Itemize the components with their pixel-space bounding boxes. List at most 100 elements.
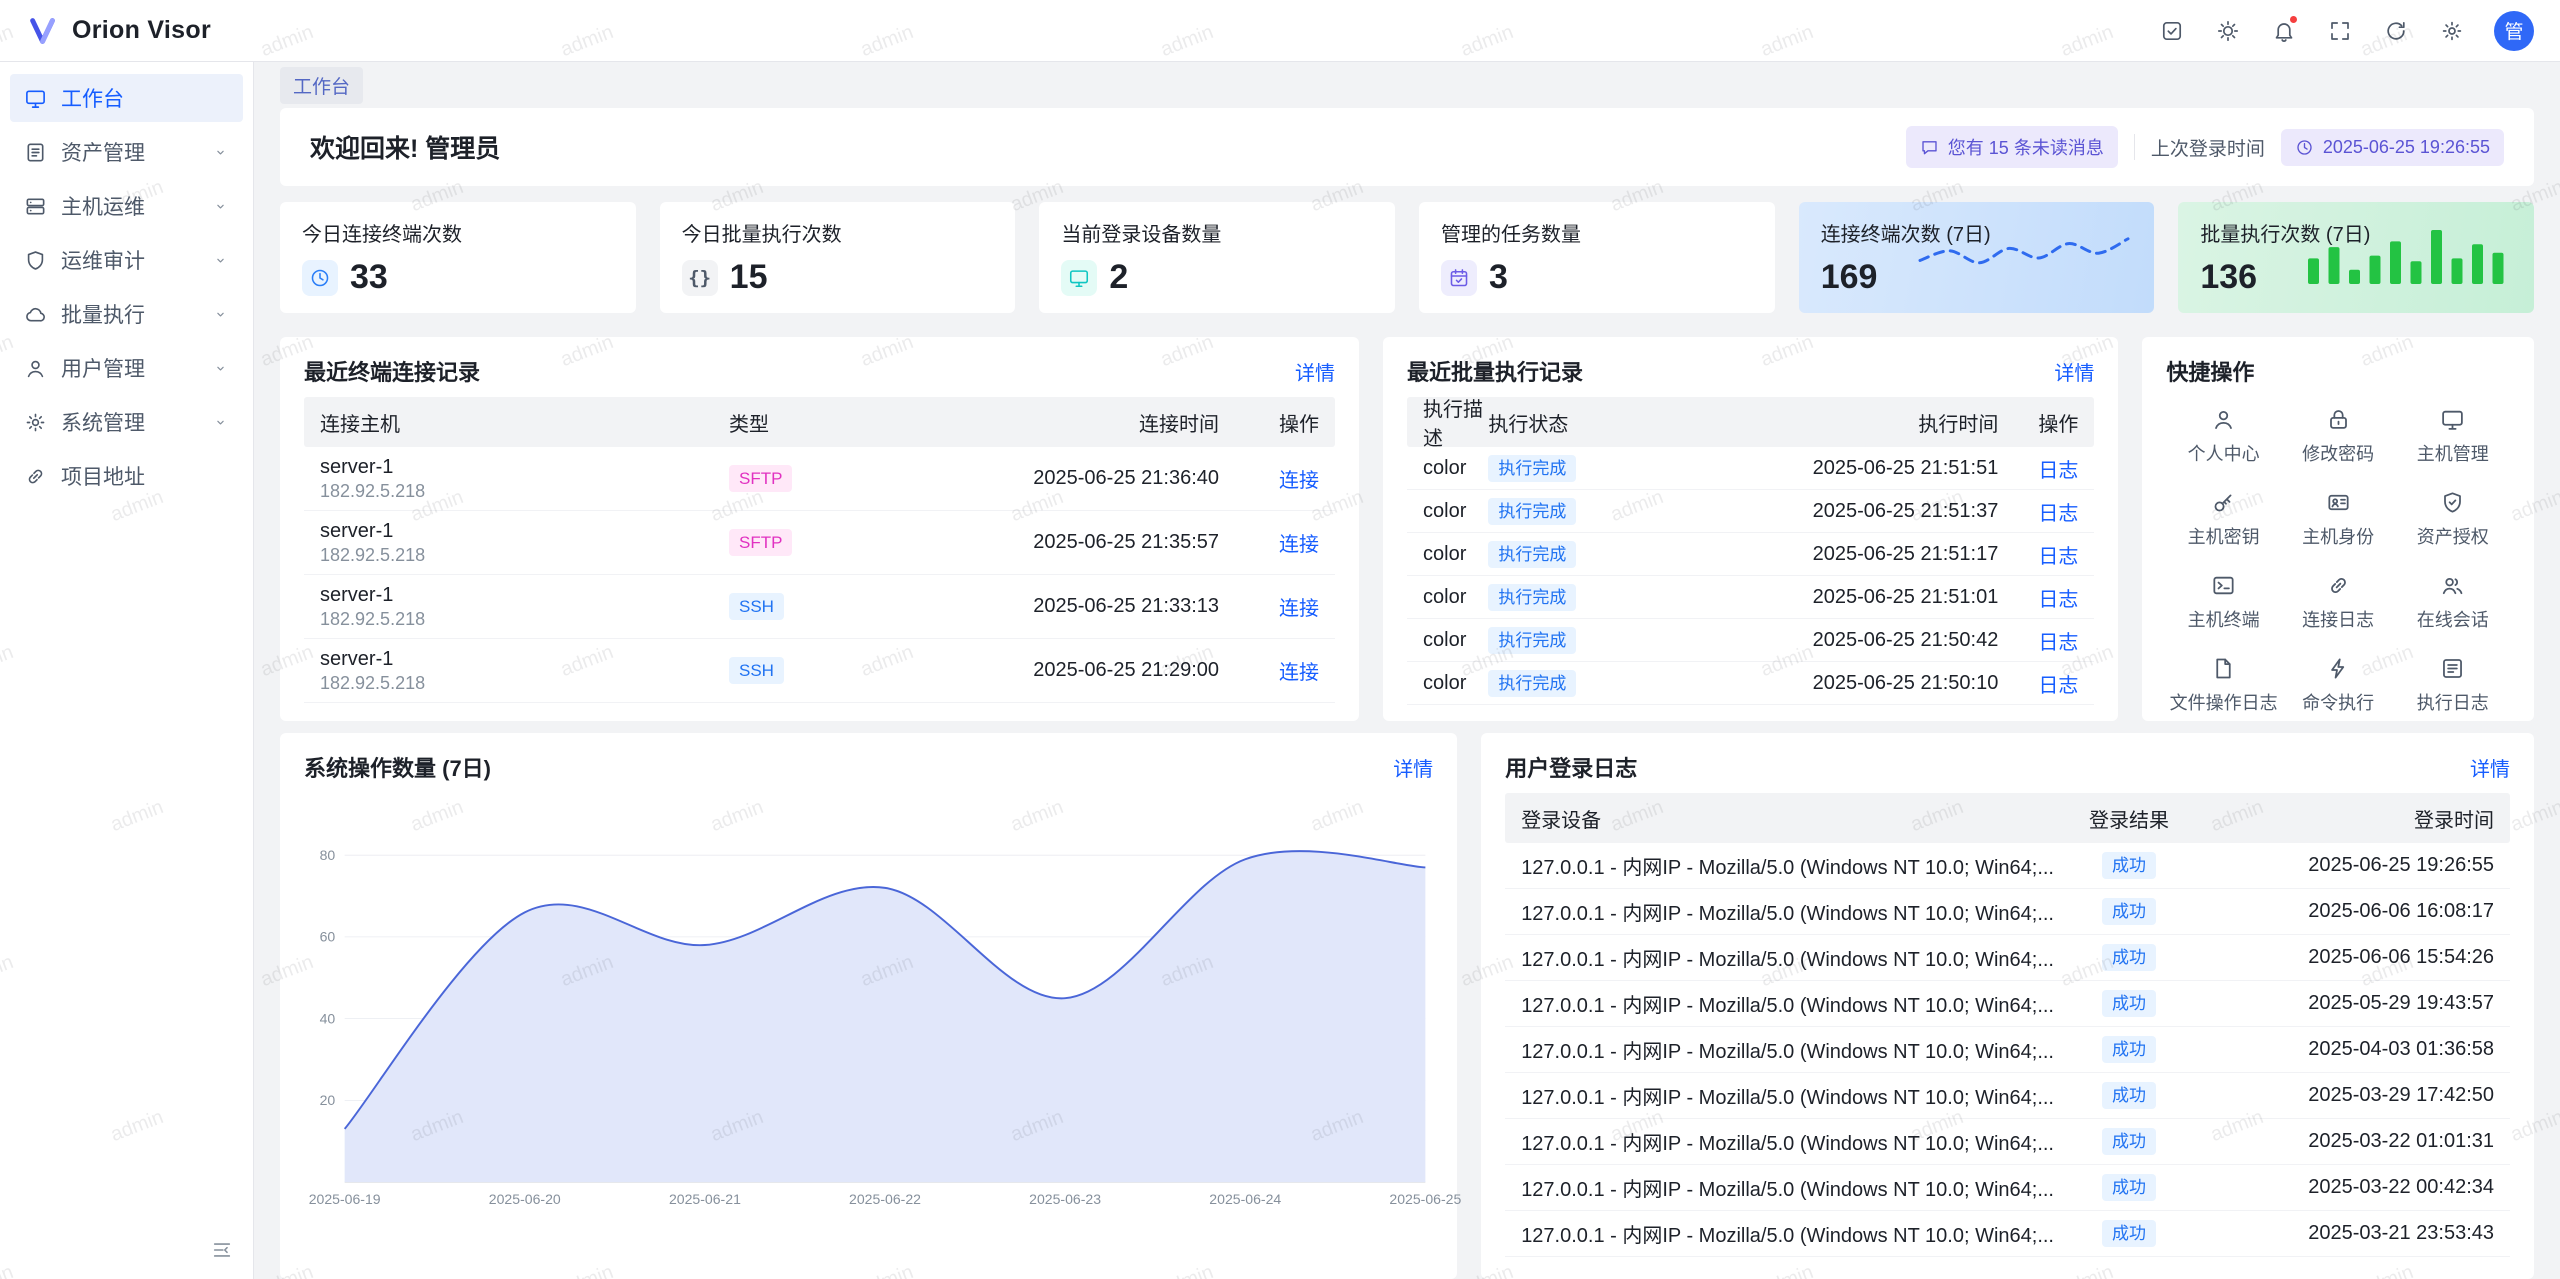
gear-icon [24, 411, 47, 434]
executions-sparkbars [2304, 224, 2514, 288]
quick-action-asset-authorization[interactable]: 资产授权 [2395, 490, 2510, 549]
bell-button[interactable] [2262, 9, 2306, 53]
sidebar-item-workbench[interactable]: 工作台 [10, 74, 243, 122]
sidebar-item-system[interactable]: 系统管理 [10, 398, 243, 446]
app-title: Orion Visor [72, 16, 211, 45]
checkbox-button[interactable] [2150, 9, 2194, 53]
terminal-record-row: server-1182.92.5.218SSH2025-06-25 21:33:… [304, 575, 1335, 639]
execution-time: 2025-06-25 21:50:10 [1678, 672, 1998, 695]
login-result-tag: 成功 [2102, 1128, 2156, 1155]
quick-action-change-password[interactable]: 修改密码 [2281, 407, 2396, 466]
sidebar-item-label: 系统管理 [61, 407, 145, 437]
terminal-details-link[interactable]: 详情 [1295, 357, 1335, 386]
bolt-icon [2326, 656, 2351, 681]
sidebar-item-assets[interactable]: 资产管理 [10, 128, 243, 176]
svg-text:2025-06-20: 2025-06-20 [489, 1191, 561, 1207]
fullscreen-button[interactable] [2318, 9, 2362, 53]
quick-action-file-operation-log[interactable]: 文件操作日志 [2166, 656, 2281, 715]
quick-action-online-sessions[interactable]: 在线会话 [2395, 573, 2510, 632]
stat-card-week-connections: 连接终端次数 (7日)169 [1799, 202, 2155, 313]
operations-area-chart: 204060802025-06-192025-06-202025-06-2120… [304, 793, 1433, 1263]
login-table-header: 登录设备登录结果登录时间 [1505, 793, 2510, 843]
log-link[interactable]: 日志 [2038, 632, 2078, 654]
log-link[interactable]: 日志 [2038, 460, 2078, 482]
operations-chart-panel: 系统操作数量 (7日) 详情 204060802025-06-192025-06… [280, 733, 1457, 1279]
login-device: 127.0.0.1 - 内网IP - Mozilla/5.0 (Windows … [1521, 897, 2054, 926]
clock-icon [2295, 138, 2314, 157]
login-time: 2025-06-06 16:08:17 [2204, 900, 2494, 923]
gear-button[interactable] [2430, 9, 2474, 53]
sidebar-item-audit[interactable]: 运维审计 [10, 236, 243, 284]
link-icon [24, 465, 47, 488]
refresh-icon [2384, 19, 2408, 43]
breadcrumb-item-workbench[interactable]: 工作台 [280, 67, 363, 104]
welcome-banner: 欢迎回来! 管理员 您有 15 条未读消息 上次登录时间 2025-06-25 … [280, 108, 2534, 186]
clock-icon [309, 267, 331, 289]
log-link[interactable]: 日志 [2038, 675, 2078, 697]
quick-action-host-terminal[interactable]: 主机终端 [2166, 573, 2281, 632]
batch-record-row: color执行完成2025-06-25 21:50:42日志 [1407, 619, 2094, 662]
sidebar-collapse-button[interactable] [205, 1233, 239, 1267]
last-login-time-badge: 2025-06-25 19:26:55 [2281, 129, 2504, 166]
last-login-time: 2025-06-25 19:26:55 [2323, 137, 2490, 158]
batch-details-link[interactable]: 详情 [2054, 357, 2094, 386]
file-icon [2211, 656, 2236, 681]
login-result-tag: 成功 [2102, 1036, 2156, 1063]
login-device: 127.0.0.1 - 内网IP - Mozilla/5.0 (Windows … [1521, 1081, 2054, 1110]
svg-text:2025-06-24: 2025-06-24 [1209, 1191, 1281, 1207]
login-device: 127.0.0.1 - 内网IP - Mozilla/5.0 (Windows … [1521, 1173, 2054, 1202]
log-link[interactable]: 日志 [2038, 546, 2078, 568]
refresh-button[interactable] [2374, 9, 2418, 53]
host-name: server-1 [320, 648, 729, 671]
login-log-row: 127.0.0.1 - 内网IP - Mozilla/5.0 (Windows … [1505, 843, 2510, 889]
login-log-row: 127.0.0.1 - 内网IP - Mozilla/5.0 (Windows … [1505, 1165, 2510, 1211]
quick-action-execution-log[interactable]: 执行日志 [2395, 656, 2510, 715]
login-time: 2025-03-21 23:53:43 [2204, 1222, 2494, 1245]
stat-value: 33 [350, 258, 388, 297]
connect-link[interactable]: 连接 [1279, 598, 1319, 620]
header-actions: 管 [2150, 9, 2534, 53]
key-icon [2211, 490, 2236, 515]
svg-text:2025-06-25: 2025-06-25 [1389, 1191, 1461, 1207]
shield-check-icon [2440, 490, 2465, 515]
sidebar-item-project-url[interactable]: 项目地址 [10, 452, 243, 500]
connect-link[interactable]: 连接 [1279, 470, 1319, 492]
quick-action-host-identity[interactable]: 主机身份 [2281, 490, 2396, 549]
execution-time: 2025-06-25 21:51:01 [1678, 586, 1998, 609]
terminal-icon [2211, 573, 2236, 598]
execution-time: 2025-06-25 21:50:42 [1678, 629, 1998, 652]
sun-button[interactable] [2206, 9, 2250, 53]
log-link[interactable]: 日志 [2038, 503, 2078, 525]
unread-messages-badge[interactable]: 您有 15 条未读消息 [1906, 126, 2118, 168]
sidebar-item-batch[interactable]: 批量执行 [10, 290, 243, 338]
sidebar-item-label: 用户管理 [61, 353, 145, 383]
quick-action-connection-log[interactable]: 连接日志 [2281, 573, 2396, 632]
stat-value: 136 [2200, 258, 2257, 297]
quick-action-host-management[interactable]: 主机管理 [2395, 407, 2510, 466]
login-log-row: 127.0.0.1 - 内网IP - Mozilla/5.0 (Windows … [1505, 889, 2510, 935]
login-log-table: 登录设备登录结果登录时间127.0.0.1 - 内网IP - Mozilla/5… [1505, 793, 2510, 1257]
connect-time: 2025-06-25 21:33:13 [879, 595, 1219, 618]
panel-title: 最近批量执行记录 [1407, 355, 1583, 387]
sidebar-item-users[interactable]: 用户管理 [10, 344, 243, 392]
quick-action-host-keys[interactable]: 主机密钥 [2166, 490, 2281, 549]
fullscreen-icon [2328, 19, 2352, 43]
svg-text:2025-06-21: 2025-06-21 [669, 1191, 741, 1207]
user-avatar[interactable]: 管 [2494, 11, 2534, 51]
menu-fold-icon [211, 1239, 233, 1261]
log-link[interactable]: 日志 [2038, 589, 2078, 611]
login-log-row: 127.0.0.1 - 内网IP - Mozilla/5.0 (Windows … [1505, 1119, 2510, 1165]
quick-action-personal-center[interactable]: 个人中心 [2166, 407, 2281, 466]
quick-action-command-execution[interactable]: 命令执行 [2281, 656, 2396, 715]
login-device: 127.0.0.1 - 内网IP - Mozilla/5.0 (Windows … [1521, 989, 2054, 1018]
batch-records-panel: 最近批量执行记录 详情 执行描述执行状态执行时间操作color执行完成2025-… [1383, 337, 2118, 721]
login-details-link[interactable]: 详情 [2470, 753, 2510, 782]
app-logo: Orion Visor [26, 14, 211, 48]
execution-description: color [1423, 629, 1488, 652]
svg-text:60: 60 [320, 929, 336, 945]
connect-link[interactable]: 连接 [1279, 534, 1319, 556]
chart-details-link[interactable]: 详情 [1393, 753, 1433, 782]
sidebar-item-host-ops[interactable]: 主机运维 [10, 182, 243, 230]
stat-value: 15 [730, 258, 768, 297]
connect-link[interactable]: 连接 [1279, 662, 1319, 684]
